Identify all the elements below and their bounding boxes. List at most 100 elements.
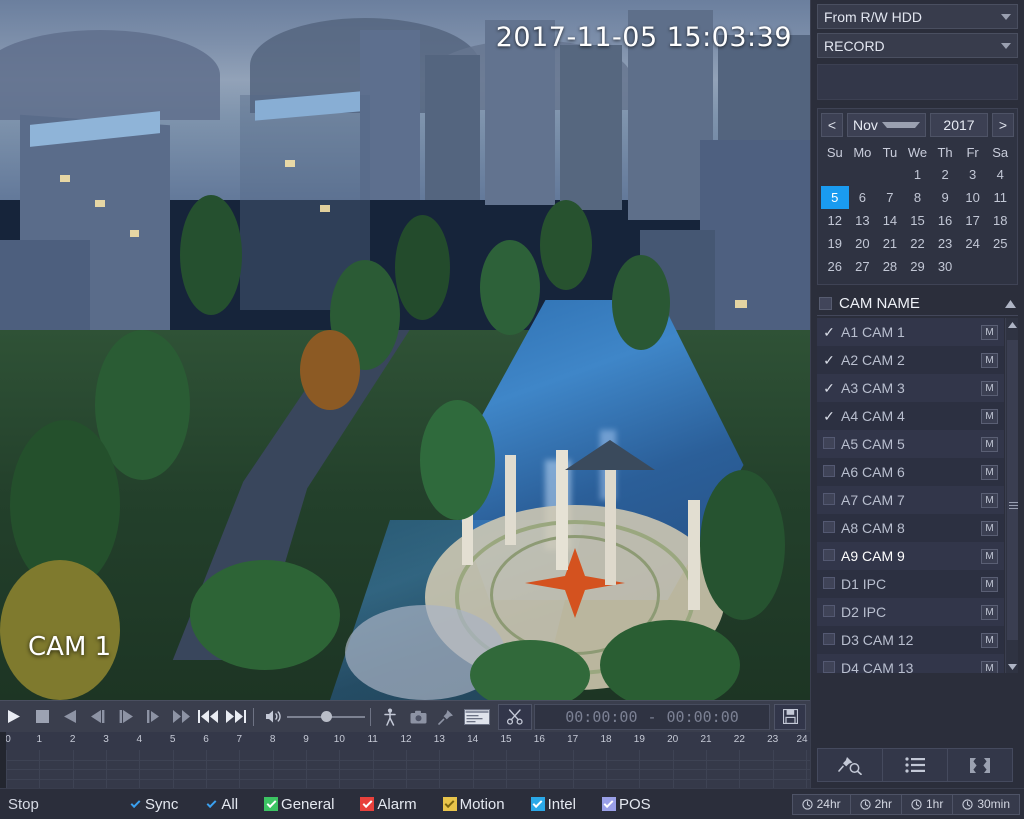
camera-checkbox[interactable] bbox=[822, 632, 836, 648]
video-preview[interactable]: 2017-11-05 15:03:39 CAM 1 bbox=[0, 0, 810, 700]
calendar-month-select[interactable]: Nov bbox=[847, 113, 926, 137]
calendar-day[interactable]: 17 bbox=[959, 209, 987, 232]
camera-list-item[interactable]: ✓ A2 CAM 2 M bbox=[817, 346, 1004, 374]
camera-list-item[interactable]: D2 IPC M bbox=[817, 598, 1004, 626]
collapse-up-icon[interactable] bbox=[1005, 295, 1016, 313]
smart-search-person-icon[interactable] bbox=[376, 701, 404, 733]
file-list-icon[interactable] bbox=[460, 701, 494, 733]
camera-checkbox[interactable] bbox=[822, 604, 836, 620]
scrollbar-thumb[interactable] bbox=[1007, 340, 1018, 640]
camera-list-item[interactable]: A6 CAM 6 M bbox=[817, 458, 1004, 486]
volume-slider[interactable] bbox=[287, 701, 365, 733]
camera-list-item[interactable]: A5 CAM 5 M bbox=[817, 430, 1004, 458]
camera-list-scrollbar[interactable] bbox=[1005, 318, 1018, 673]
calendar-day[interactable]: 21 bbox=[876, 232, 904, 255]
legend-all[interactable]: All bbox=[204, 796, 238, 813]
legend-checkbox[interactable] bbox=[442, 797, 457, 811]
timeline-ruler[interactable]: 0 1 2 3 4 5 6 7 8 9 10 11 12 13 14 15 16 17 18 19 20 21 22 23 24 bbox=[0, 732, 810, 750]
camera-checkbox[interactable] bbox=[822, 660, 836, 673]
reverse-play-button[interactable] bbox=[56, 701, 84, 733]
camera-list-item[interactable]: D3 CAM 12 M bbox=[817, 626, 1004, 654]
slow-play-button[interactable] bbox=[140, 701, 168, 733]
calendar-day[interactable]: 9 bbox=[931, 186, 959, 209]
camera-list-item[interactable]: D1 IPC M bbox=[817, 570, 1004, 598]
clip-end-time[interactable]: 00:00:00 bbox=[667, 708, 739, 726]
calendar-day[interactable]: 13 bbox=[849, 209, 877, 232]
calendar-day[interactable]: 19 bbox=[821, 232, 849, 255]
camera-checkbox-checked[interactable]: ✓ bbox=[822, 324, 836, 341]
timeline[interactable]: 0 1 2 3 4 5 6 7 8 9 10 11 12 13 14 15 16 17 18 19 20 21 22 23 24 bbox=[0, 732, 810, 788]
calendar-day[interactable]: 8 bbox=[904, 186, 932, 209]
legend-pos[interactable]: POS bbox=[601, 796, 651, 813]
camera-stream-badge[interactable]: M bbox=[981, 324, 998, 340]
camera-stream-badge[interactable]: M bbox=[981, 520, 998, 536]
play-button[interactable] bbox=[0, 701, 28, 733]
legend-alarm[interactable]: Alarm bbox=[360, 796, 417, 813]
file-list-icon[interactable] bbox=[883, 749, 948, 781]
select-all-cameras-checkbox[interactable] bbox=[819, 297, 832, 310]
legend-general[interactable]: General bbox=[264, 796, 334, 813]
calendar-next-button[interactable]: > bbox=[992, 113, 1014, 137]
calendar-day[interactable]: 29 bbox=[904, 255, 932, 278]
legend-motion[interactable]: Motion bbox=[442, 796, 505, 813]
camera-stream-badge[interactable]: M bbox=[981, 548, 998, 564]
clip-time-range[interactable]: 00:00:00 - 00:00:00 bbox=[534, 703, 770, 730]
camera-checkbox-checked[interactable]: ✓ bbox=[822, 380, 836, 397]
mark-search-icon[interactable] bbox=[818, 749, 883, 781]
previous-frame-button[interactable] bbox=[84, 701, 112, 733]
next-frame-button[interactable] bbox=[112, 701, 140, 733]
camera-stream-badge[interactable]: M bbox=[981, 576, 998, 592]
scrollbar-grip[interactable] bbox=[1009, 500, 1018, 509]
timeline-zoom-30min[interactable]: 30min bbox=[952, 793, 1020, 815]
camera-stream-badge[interactable]: M bbox=[981, 380, 998, 396]
camera-stream-badge[interactable]: M bbox=[981, 408, 998, 424]
camera-list-item[interactable]: ✓ A1 CAM 1 M bbox=[817, 318, 1004, 346]
camera-list-item[interactable]: A9 CAM 9 M bbox=[817, 542, 1004, 570]
camera-stream-badge[interactable]: M bbox=[981, 464, 998, 480]
record-type-select[interactable]: RECORD bbox=[817, 33, 1018, 58]
calendar-day[interactable]: 5 bbox=[821, 186, 849, 209]
camera-stream-badge[interactable]: M bbox=[981, 352, 998, 368]
timeline-zoom-1hr[interactable]: 1hr bbox=[900, 793, 953, 815]
timeline-zoom-24hr[interactable]: 24hr bbox=[791, 793, 850, 815]
legend-intel[interactable]: Intel bbox=[530, 796, 576, 813]
volume-knob[interactable] bbox=[321, 711, 332, 722]
camera-checkbox-checked[interactable]: ✓ bbox=[822, 408, 836, 425]
camera-checkbox[interactable] bbox=[822, 548, 836, 564]
calendar-day[interactable]: 3 bbox=[959, 163, 987, 186]
previous-file-button[interactable] bbox=[196, 701, 222, 733]
camera-list-header[interactable]: CAM NAME bbox=[817, 292, 1018, 316]
legend-checkbox[interactable] bbox=[360, 797, 375, 811]
camera-list-item[interactable]: A7 CAM 7 M bbox=[817, 486, 1004, 514]
calendar-day[interactable]: 2 bbox=[931, 163, 959, 186]
camera-checkbox[interactable] bbox=[822, 492, 836, 508]
camera-checkbox[interactable] bbox=[822, 436, 836, 452]
calendar-day[interactable]: 4 bbox=[986, 163, 1014, 186]
camera-stream-badge[interactable]: M bbox=[981, 492, 998, 508]
timeline-tracks[interactable] bbox=[0, 750, 810, 788]
calendar-day[interactable]: 26 bbox=[821, 255, 849, 278]
calendar-day[interactable]: 25 bbox=[986, 232, 1014, 255]
scroll-down-arrow[interactable] bbox=[1006, 660, 1019, 673]
calendar-day[interactable]: 28 bbox=[876, 255, 904, 278]
calendar-day[interactable]: 15 bbox=[904, 209, 932, 232]
calendar-day[interactable]: 20 bbox=[849, 232, 877, 255]
calendar-day[interactable]: 10 bbox=[959, 186, 987, 209]
camera-checkbox[interactable] bbox=[822, 576, 836, 592]
calendar-day[interactable]: 12 bbox=[821, 209, 849, 232]
camera-stream-badge[interactable]: M bbox=[981, 632, 998, 648]
camera-list-item[interactable]: A8 CAM 8 M bbox=[817, 514, 1004, 542]
calendar-day[interactable]: 7 bbox=[876, 186, 904, 209]
stop-button[interactable] bbox=[28, 701, 56, 733]
calendar-day[interactable]: 18 bbox=[986, 209, 1014, 232]
clip-start-time[interactable]: 00:00:00 bbox=[565, 708, 637, 726]
legend-checkbox[interactable] bbox=[601, 797, 616, 811]
calendar-day[interactable]: 23 bbox=[931, 232, 959, 255]
volume-icon[interactable] bbox=[259, 701, 287, 733]
legend-checkbox[interactable] bbox=[530, 797, 545, 811]
legend-sync[interactable]: Sync bbox=[128, 796, 178, 813]
camera-list-item[interactable]: D4 CAM 13 M bbox=[817, 654, 1004, 673]
camera-checkbox[interactable] bbox=[822, 464, 836, 480]
timeline-zoom-2hr[interactable]: 2hr bbox=[849, 793, 901, 815]
snapshot-camera-icon[interactable] bbox=[404, 701, 432, 733]
